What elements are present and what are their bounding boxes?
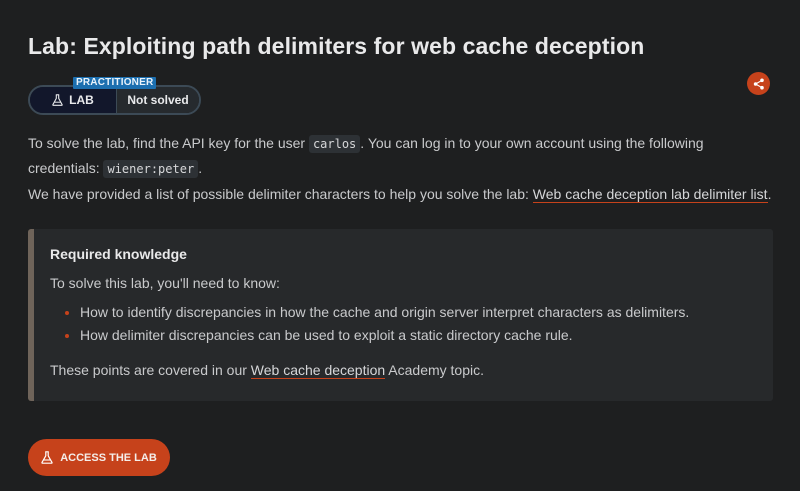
outro-text: Academy topic. — [385, 362, 484, 378]
description-text: We have provided a list of possible deli… — [28, 186, 533, 202]
knowledge-intro: To solve this lab, you'll need to know: — [50, 275, 280, 291]
level-tag: PRACTITIONER — [73, 77, 157, 89]
credentials-code: wiener:peter — [103, 160, 199, 178]
access-lab-button[interactable]: ACCESS THE LAB — [28, 439, 170, 476]
description-text: . — [198, 160, 203, 176]
knowledge-title: Required knowledge — [50, 246, 187, 262]
delimiter-note: We have provided a list of possible deli… — [28, 182, 773, 206]
lab-label: LAB — [30, 87, 116, 113]
lab-label-text: LAB — [69, 93, 94, 107]
delimiter-list-link[interactable]: Web cache deception lab delimiter list — [532, 186, 768, 203]
list-item: How to identify discrepancies in how the… — [65, 301, 757, 324]
required-knowledge-panel: Required knowledge To solve this lab, yo… — [28, 229, 773, 401]
flask-icon — [52, 94, 63, 106]
lab-status-badge: LAB Not solved — [28, 85, 201, 115]
knowledge-list: How to identify discrepancies in how the… — [50, 301, 757, 347]
share-button[interactable] — [747, 72, 770, 95]
web-cache-deception-topic-link[interactable]: Web cache deception — [250, 362, 386, 379]
lab-page: Lab: Exploiting path delimiters for web … — [0, 0, 800, 491]
flask-icon — [41, 451, 53, 464]
lab-description: To solve the lab, find the API key for t… — [28, 131, 773, 181]
outro-text: These points are covered in our — [50, 362, 251, 378]
access-lab-label: ACCESS THE LAB — [60, 451, 157, 464]
username-code: carlos — [308, 135, 361, 153]
page-title: Lab: Exploiting path delimiters for web … — [28, 33, 645, 59]
description-text: . — [767, 186, 772, 202]
list-item: How delimiter discrepancies can be used … — [65, 324, 757, 347]
solve-status: Not solved — [116, 87, 199, 113]
description-text: To solve the lab, find the API key for t… — [28, 135, 309, 151]
share-icon — [753, 78, 764, 89]
knowledge-outro: These points are covered in our Web cach… — [50, 358, 757, 382]
